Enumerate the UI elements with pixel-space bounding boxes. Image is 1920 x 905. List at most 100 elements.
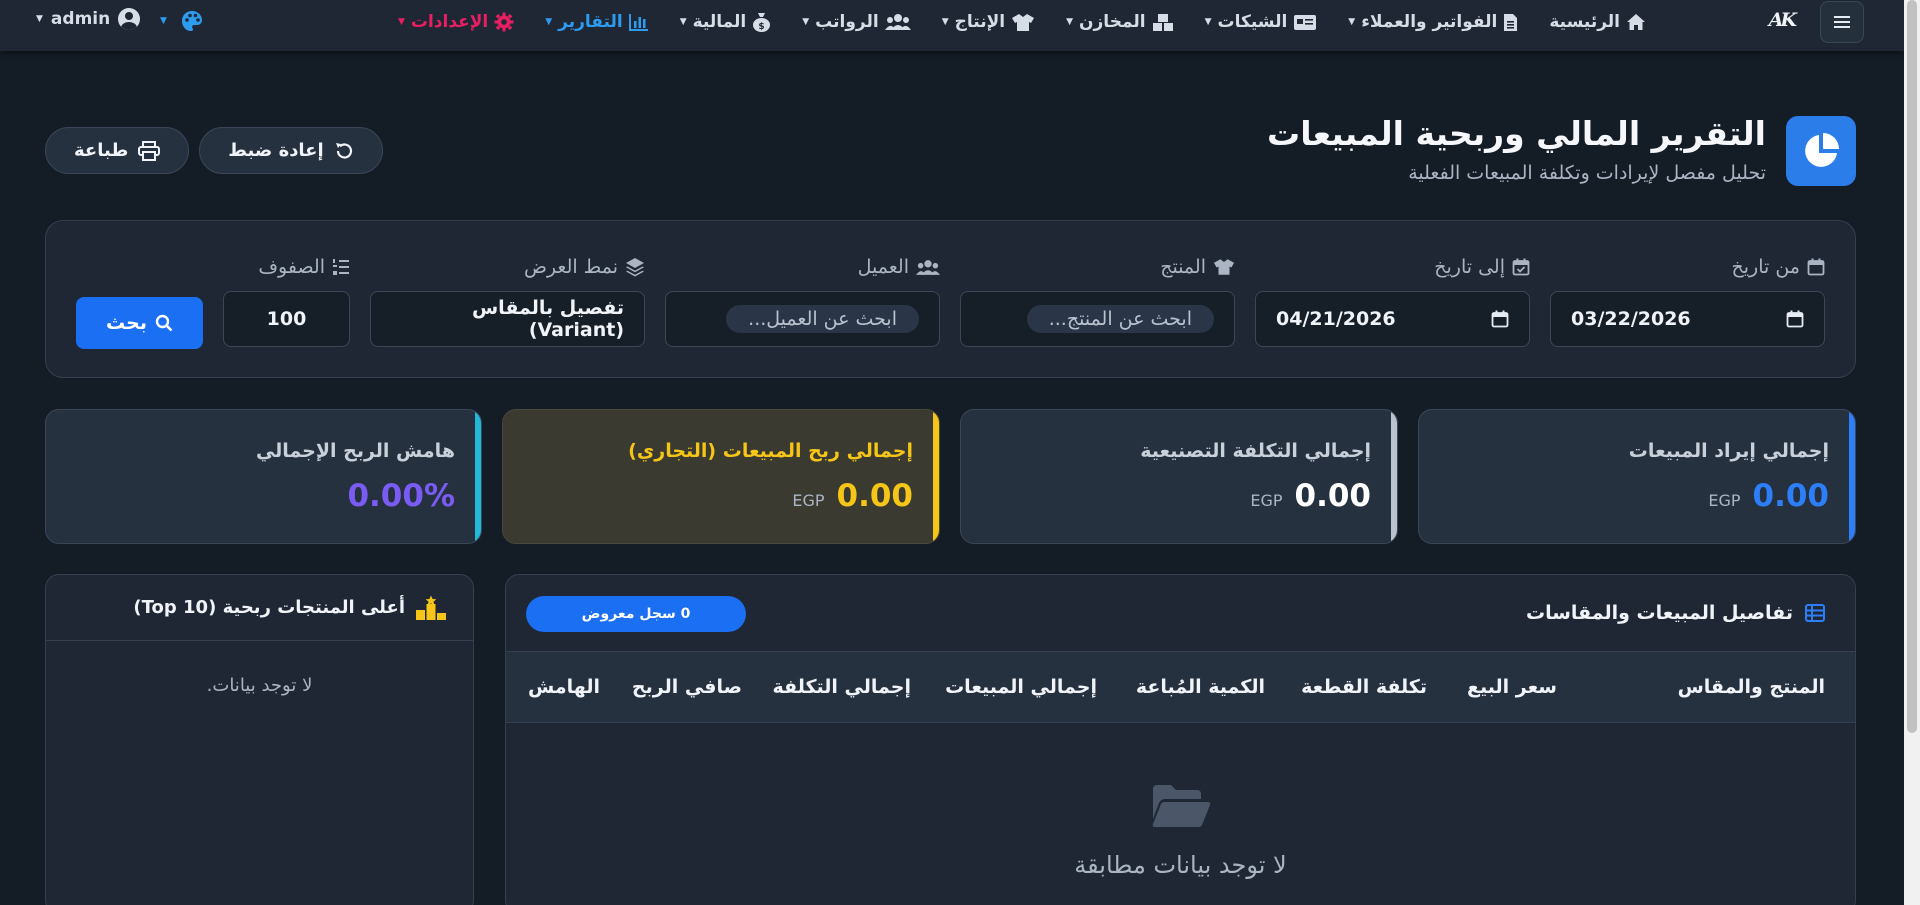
calendar-icon bbox=[1807, 258, 1825, 276]
user-circle-icon bbox=[118, 8, 141, 30]
view-mode-select[interactable]: تفصيل بالمقاس (Variant) bbox=[370, 291, 645, 347]
nav-item-production[interactable]: الإنتاج ▼ bbox=[942, 12, 1035, 32]
nav-item-label: الشيكات bbox=[1217, 12, 1288, 32]
column-header[interactable]: الكمية المُباعة bbox=[1136, 676, 1265, 698]
stat-currency: EGP bbox=[1708, 491, 1741, 510]
view-mode-field: نمط العرض تفصيل بالمقاس (Variant) bbox=[370, 256, 645, 347]
scrollbar-thumb[interactable] bbox=[1907, 0, 1917, 733]
print-button[interactable]: طباعة bbox=[45, 127, 190, 174]
view-mode-value: تفصيل بالمقاس (Variant) bbox=[471, 297, 624, 341]
column-header[interactable]: تكلفة القطعة bbox=[1301, 676, 1427, 698]
invoice-icon bbox=[1504, 13, 1518, 31]
column-header[interactable]: إجمالي المبيعات bbox=[945, 676, 1097, 698]
from-date-value: 03/22/2026 bbox=[1571, 308, 1691, 330]
stat-accent-bar bbox=[475, 410, 481, 543]
rotate-left-icon bbox=[335, 142, 352, 159]
reset-button-label: إعادة ضبط bbox=[228, 140, 324, 161]
username-label: admin bbox=[50, 9, 111, 29]
pie-chart-icon bbox=[1786, 116, 1856, 186]
calendar-picker-icon[interactable] bbox=[1786, 310, 1804, 328]
main-nav: الرئيسية الفواتير والعملاء ▼ الشيكات ▼ ا… bbox=[398, 0, 1646, 44]
table-list-icon bbox=[1805, 604, 1825, 622]
page-title: التقرير المالي وربحية المبيعات bbox=[1267, 114, 1766, 153]
customer-search-placeholder: ابحث عن العميل... bbox=[726, 305, 919, 333]
nav-item-checks[interactable]: الشيكات ▼ bbox=[1205, 12, 1318, 32]
column-header[interactable]: المنتج والمقاس bbox=[1678, 676, 1825, 698]
calendar-check-icon bbox=[1512, 258, 1530, 276]
chevron-down-icon: ▼ bbox=[160, 16, 167, 26]
gear-icon bbox=[494, 12, 514, 32]
folder-open-icon bbox=[1152, 785, 1210, 827]
home-icon bbox=[1627, 14, 1645, 30]
nav-item-label: الرواتب bbox=[815, 12, 879, 32]
record-count-badge: 0 سجل معروض bbox=[526, 596, 746, 632]
top-products-title: أعلى المنتجات ربحية (Top 10) bbox=[133, 597, 405, 618]
column-header[interactable]: سعر البيع bbox=[1467, 676, 1557, 698]
sales-details-panel: تفاصيل المبيعات والمقاسات 0 سجل معروض ال… bbox=[505, 574, 1856, 905]
nav-item-label: المخازن bbox=[1079, 12, 1146, 32]
nav-item-settings[interactable]: الإعدادات ▼ bbox=[398, 12, 514, 32]
rows-input[interactable]: 100 bbox=[223, 291, 350, 347]
printer-icon bbox=[138, 140, 161, 161]
top-navbar: AK الرئيسية الفواتير والعملاء ▼ الشيكات … bbox=[0, 0, 1904, 51]
users-icon bbox=[916, 259, 940, 275]
nav-item-warehouses[interactable]: المخازن ▼ bbox=[1066, 12, 1173, 32]
search-button[interactable]: بحث bbox=[76, 297, 203, 349]
nav-item-label: المالية bbox=[692, 12, 747, 32]
column-header[interactable]: إجمالي التكلفة bbox=[773, 676, 911, 698]
rows-value: 100 bbox=[266, 308, 307, 330]
search-button-label: بحث bbox=[106, 312, 147, 334]
chevron-down-icon: ▼ bbox=[397, 17, 405, 27]
reset-button[interactable]: إعادة ضبط bbox=[199, 127, 383, 174]
nav-item-payroll[interactable]: الرواتب ▼ bbox=[802, 12, 911, 32]
nav-item-reports[interactable]: التقارير ▼ bbox=[545, 12, 648, 32]
warehouse-icon bbox=[1152, 13, 1173, 31]
customer-label: العميل bbox=[665, 256, 940, 278]
shirt-icon bbox=[1213, 259, 1235, 275]
stat-card-cost: إجمالي التكلفة التصنيعية 0.00 EGP bbox=[960, 409, 1398, 544]
rows-label: الصفوف bbox=[223, 256, 350, 278]
stat-title: إجمالي إيراد المبيعات bbox=[1628, 440, 1829, 462]
stat-accent-bar bbox=[933, 410, 939, 543]
menu-toggle-button[interactable] bbox=[1820, 1, 1864, 43]
view-mode-label: نمط العرض bbox=[370, 256, 645, 278]
list-numbers-icon bbox=[333, 259, 349, 275]
nav-item-home[interactable]: الرئيسية bbox=[1549, 12, 1646, 32]
customer-field: العميل ابحث عن العميل... bbox=[665, 256, 940, 347]
header-actions: طباعة إعادة ضبط bbox=[45, 127, 383, 174]
from-date-input[interactable]: 03/22/2026 bbox=[1550, 291, 1825, 347]
column-header[interactable]: الهامش bbox=[528, 676, 600, 698]
rows-field: الصفوف 100 bbox=[223, 256, 350, 347]
top-products-empty: لا توجد بيانات. bbox=[206, 675, 313, 696]
nav-item-finance[interactable]: $ المالية ▼ bbox=[680, 12, 772, 32]
to-date-input[interactable]: 04/21/2026 bbox=[1255, 291, 1530, 347]
table-empty-text: لا توجد بيانات مطابقة bbox=[1074, 851, 1287, 879]
stat-card-profit: إجمالي ربح المبيعات (التجاري) 0.00 EGP bbox=[502, 409, 940, 544]
theme-picker-button[interactable]: ▼ bbox=[160, 10, 203, 32]
table-header-row: المنتج والمقاس سعر البيع تكلفة القطعة ال… bbox=[506, 651, 1855, 723]
customer-search-input[interactable]: ابحث عن العميل... bbox=[665, 291, 940, 347]
page-scrollbar[interactable] bbox=[1904, 0, 1920, 905]
calendar-picker-icon[interactable] bbox=[1491, 310, 1509, 328]
bar-chart-icon bbox=[628, 14, 648, 31]
chevron-down-icon: ▼ bbox=[679, 17, 687, 27]
chevron-down-icon: ▼ bbox=[1348, 17, 1356, 27]
from-date-field: من تاريخ 03/22/2026 bbox=[1550, 256, 1825, 347]
palette-icon bbox=[181, 11, 202, 31]
check-card-icon bbox=[1294, 14, 1317, 30]
stat-value: 0.00 EGP bbox=[1708, 478, 1829, 514]
nav-item-label: الرئيسية bbox=[1549, 12, 1620, 32]
from-date-label: من تاريخ bbox=[1550, 256, 1825, 278]
users-icon bbox=[884, 14, 911, 30]
stat-card-margin: هامش الربح الإجمالي 0.00% bbox=[45, 409, 482, 544]
product-search-input[interactable]: ابحث عن المنتج... bbox=[960, 291, 1235, 347]
stat-currency: EGP bbox=[792, 491, 825, 510]
nav-item-invoices[interactable]: الفواتير والعملاء ▼ bbox=[1348, 12, 1518, 32]
ranking-podium-icon bbox=[416, 595, 446, 620]
stat-number: 0.00 bbox=[1752, 478, 1830, 514]
user-menu[interactable]: ▼ admin bbox=[36, 8, 141, 30]
column-header[interactable]: صافي الربح bbox=[632, 676, 742, 698]
brand-logo[interactable]: AK bbox=[1769, 9, 1797, 31]
filter-card: من تاريخ 03/22/2026 إلى تاريخ 04/21/2026… bbox=[45, 220, 1856, 378]
stat-number: 0.00 bbox=[836, 478, 914, 514]
